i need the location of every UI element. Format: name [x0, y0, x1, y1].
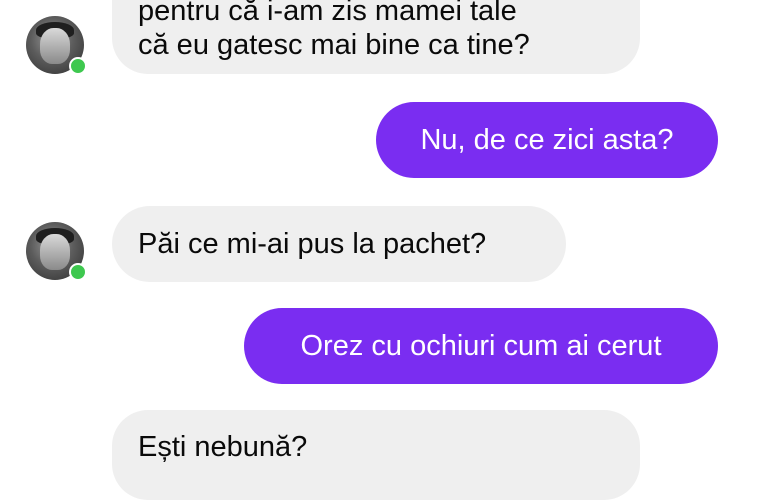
contact-avatar[interactable] [26, 16, 87, 75]
online-status-icon [69, 263, 87, 281]
message-text-line: pentru că i-am zis mamei tale [138, 0, 517, 27]
contact-avatar[interactable] [26, 222, 87, 281]
message-text: Orez cu ochiuri cum ai cerut [300, 330, 662, 362]
message-bubble-outgoing[interactable]: Orez cu ochiuri cum ai cerut [244, 308, 718, 384]
avatar-face [40, 28, 70, 64]
message-bubble-incoming[interactable]: Păi ce mi-ai pus la pachet? [112, 206, 566, 282]
message-text: Păi ce mi-ai pus la pachet? [138, 228, 487, 260]
avatar-face [40, 234, 70, 270]
message-text: Ești nebună? [138, 431, 308, 463]
message-text: Nu, de ce zici asta? [420, 124, 674, 156]
message-bubble-outgoing[interactable]: Nu, de ce zici asta? [376, 102, 718, 178]
message-text-line: că eu gatesc mai bine ca tine? [138, 29, 530, 61]
message-bubble-incoming[interactable]: pentru că i-am zis mamei tale că eu gate… [112, 0, 640, 74]
online-status-icon [69, 57, 87, 75]
message-bubble-incoming[interactable]: Ești nebună? [112, 410, 640, 500]
